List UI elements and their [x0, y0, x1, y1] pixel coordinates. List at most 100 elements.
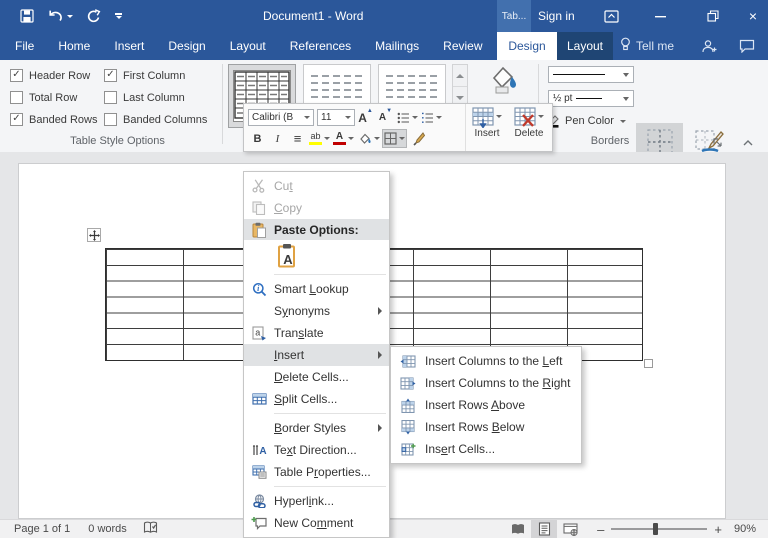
menu-label: Copy: [274, 201, 303, 215]
keep-text-only-paste-button[interactable]: A: [274, 241, 302, 270]
grow-font-button[interactable]: A ▲: [356, 108, 375, 127]
checkbox-mark: ✓: [104, 69, 117, 82]
menu-separator: [274, 274, 386, 275]
move-cross-icon: [88, 229, 100, 241]
menu-item-cut: Cut: [244, 175, 389, 197]
minimize-button[interactable]: [645, 0, 675, 32]
checkbox-header-row[interactable]: ✓ Header Row: [10, 69, 90, 82]
redo-icon[interactable]: [86, 9, 101, 23]
checkbox-banded-rows[interactable]: ✓ Banded Rows: [10, 113, 98, 126]
submenu-arrow-icon: [378, 307, 382, 315]
tab-table-design-active[interactable]: Design: [497, 32, 557, 60]
menu-item-delete-cells[interactable]: Delete Cells...: [244, 366, 389, 388]
menu-item-text-direction[interactable]: A Text Direction...: [244, 439, 389, 461]
highlight-color-bar: [309, 142, 322, 145]
menu-item-synonyms[interactable]: Synonyms: [244, 300, 389, 322]
comment-icon[interactable]: [732, 30, 762, 62]
border-line-weight-combo[interactable]: ½ pt: [548, 90, 634, 107]
checkbox-banded-columns[interactable]: Banded Columns: [104, 113, 207, 126]
tab-file[interactable]: File: [3, 32, 46, 60]
share-icon[interactable]: [694, 30, 724, 62]
menu-item-border-styles[interactable]: Border Styles: [244, 417, 389, 439]
submenu-item-insert-columns-left[interactable]: Insert Columns to the Left: [391, 350, 581, 372]
checkbox-first-column[interactable]: ✓ First Column: [104, 69, 185, 82]
menu-item-hyperlink[interactable]: Hyperlink...: [244, 490, 389, 512]
menu-item-insert[interactable]: Insert: [244, 344, 389, 366]
menu-label: Insert Rows Above: [425, 398, 526, 412]
print-layout-view-button[interactable]: [531, 520, 558, 538]
delete-table-button[interactable]: Delete: [510, 107, 548, 149]
zoom-out-button[interactable]: –: [597, 522, 604, 537]
tab-references[interactable]: References: [278, 32, 363, 60]
proofing-status-icon[interactable]: [143, 521, 158, 537]
tab-review[interactable]: Review: [431, 32, 494, 60]
tab-insert[interactable]: Insert: [102, 32, 156, 60]
zoom-percentage[interactable]: 90%: [734, 523, 756, 535]
submenu-item-insert-rows-below[interactable]: Insert Rows Below: [391, 416, 581, 438]
zoom-slider-thumb[interactable]: [653, 523, 659, 535]
sign-in-link[interactable]: Sign in: [538, 0, 575, 32]
menu-label: Split Cells...: [274, 392, 338, 406]
pen-color-button[interactable]: Pen Color: [546, 112, 626, 130]
font-color-button[interactable]: A: [332, 129, 355, 148]
zoom-in-button[interactable]: +: [714, 522, 722, 537]
tell-me-box[interactable]: Tell me: [620, 32, 674, 60]
split-cells-icon: [244, 393, 274, 405]
menu-label: Synonyms: [274, 304, 331, 318]
group-label-table-style-options: Table Style Options: [70, 135, 165, 147]
table-resize-handle[interactable]: [644, 359, 653, 368]
close-button[interactable]: ×: [738, 0, 768, 32]
italic-button[interactable]: I: [268, 129, 287, 148]
align-center-button[interactable]: ≡: [288, 129, 307, 148]
font-name-combo[interactable]: Calibri (B: [248, 109, 314, 126]
checkbox-last-column[interactable]: Last Column: [104, 91, 185, 104]
web-layout-view-button[interactable]: [557, 520, 583, 538]
text-highlight-button[interactable]: ab: [308, 129, 331, 148]
restore-button[interactable]: [698, 0, 728, 32]
tab-home[interactable]: Home: [46, 32, 102, 60]
submenu-item-insert-rows-above[interactable]: Insert Rows Above: [391, 394, 581, 416]
collapse-ribbon-icon[interactable]: [742, 135, 754, 153]
menu-label: Insert Rows Below: [425, 420, 525, 434]
undo-icon[interactable]: [47, 9, 73, 23]
bullets-button[interactable]: [396, 108, 419, 127]
gallery-up-arrow-icon[interactable]: [453, 65, 467, 87]
menu-label: Hyperlink...: [274, 494, 335, 508]
ribbon-display-options-icon[interactable]: [596, 0, 626, 32]
shading-mini-button[interactable]: [356, 129, 381, 148]
insert-table-button[interactable]: Insert: [468, 107, 506, 149]
read-mode-view-button[interactable]: [505, 520, 531, 538]
menu-item-smart-lookup[interactable]: i Smart Lookup: [244, 278, 389, 300]
customize-qat-icon[interactable]: [114, 13, 122, 19]
font-size-combo[interactable]: 11: [317, 109, 355, 126]
submenu-item-insert-columns-right[interactable]: Insert Columns to the Right: [391, 372, 581, 394]
bold-button[interactable]: B: [248, 129, 267, 148]
tab-layout[interactable]: Layout: [218, 32, 278, 60]
menu-item-split-cells[interactable]: Split Cells...: [244, 388, 389, 410]
borders-mini-button[interactable]: [382, 129, 407, 148]
table-move-handle[interactable]: [87, 228, 101, 242]
submenu-item-insert-cells[interactable]: Insert Cells...: [391, 438, 581, 460]
menu-label: Text Direction...: [274, 443, 357, 457]
font-color-bar: [333, 142, 346, 145]
borders-dialog-launcher-icon[interactable]: [712, 135, 723, 153]
menu-item-new-comment[interactable]: New Comment: [244, 512, 389, 534]
save-icon[interactable]: [20, 9, 34, 23]
tab-design[interactable]: Design: [156, 32, 217, 60]
submenu-arrow-icon: [378, 424, 382, 432]
zoom-slider[interactable]: [611, 523, 708, 535]
page-indicator[interactable]: Page 1 of 1: [14, 523, 70, 535]
tab-mailings[interactable]: Mailings: [363, 32, 431, 60]
format-painter-icon[interactable]: [408, 129, 427, 148]
checkbox-total-row[interactable]: Total Row: [10, 91, 77, 104]
menu-label: Insert Cells...: [425, 442, 496, 456]
word-count[interactable]: 0 words: [88, 523, 127, 535]
menu-item-translate[interactable]: a Translate: [244, 322, 389, 344]
numbering-button[interactable]: [420, 108, 443, 127]
menu-item-table-properties[interactable]: Table Properties...: [244, 461, 389, 483]
shrink-font-button[interactable]: A ▼: [376, 108, 395, 127]
checkbox-mark: [104, 91, 117, 104]
tab-table-layout[interactable]: Layout: [557, 32, 613, 60]
shading-button[interactable]: [474, 64, 528, 104]
border-line-style-combo[interactable]: [548, 66, 634, 83]
